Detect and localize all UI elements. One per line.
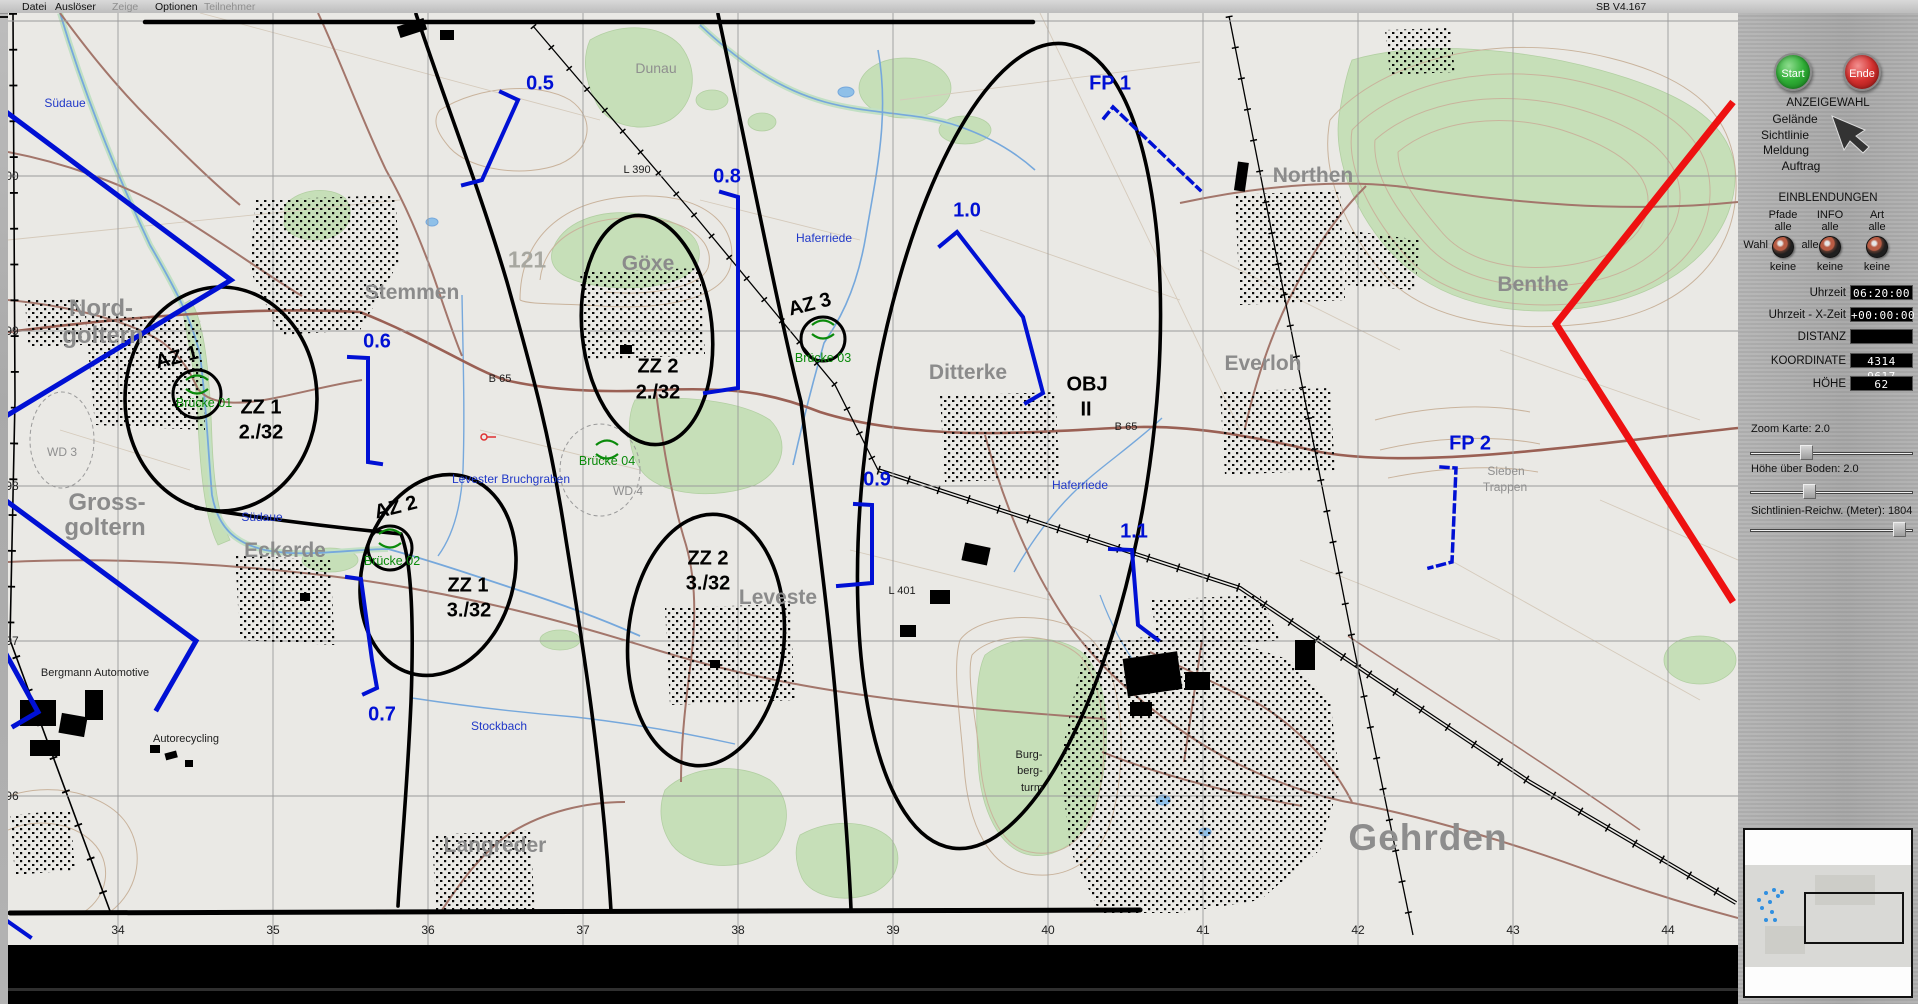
- einblendungen-title: EINBLENDUNGEN: [1778, 192, 1878, 204]
- knob-top-label: alle: [1774, 221, 1792, 233]
- hoehe-boden-label: Höhe über Boden: 2.0: [1751, 463, 1859, 475]
- menu-optionen[interactable]: Optionen: [155, 1, 198, 13]
- hoehe-label: HÖHE: [1812, 378, 1846, 390]
- option-gelaende[interactable]: Gelände: [1772, 112, 1817, 126]
- slider-track[interactable]: [1750, 452, 1913, 455]
- map-graphics: [8, 13, 1738, 945]
- overview-minimap[interactable]: [1743, 828, 1913, 998]
- pfade-knob[interactable]: [1772, 236, 1794, 258]
- slider-track[interactable]: [1750, 491, 1913, 494]
- app-version-title: SB V4.167: [1596, 1, 1647, 13]
- menu-teilnehmer: Teilnehmer: [204, 1, 256, 13]
- koordinate-label: KOORDINATE: [1770, 355, 1846, 367]
- menu-datei[interactable]: Datei: [22, 1, 47, 13]
- start-button[interactable]: Start: [1774, 53, 1812, 91]
- ende-button[interactable]: Ende: [1843, 53, 1881, 91]
- knob-bottom-label: keine: [1816, 261, 1844, 273]
- zoom-karte-label: Zoom Karte: 2.0: [1751, 423, 1830, 435]
- slider-handle[interactable]: [1892, 522, 1906, 537]
- menu-zeige: Zeige: [112, 1, 139, 13]
- option-meldung[interactable]: Meldung: [1763, 143, 1809, 157]
- distanz-display: [1850, 329, 1913, 344]
- menu-ausloeser[interactable]: Auslöser: [55, 1, 96, 13]
- zoom-karte-slider[interactable]: [1750, 444, 1913, 462]
- hoehe-display: 62: [1850, 376, 1913, 391]
- info-knob-group: INFO alle keine: [1807, 209, 1853, 273]
- message-bar: [8, 945, 1738, 1004]
- message-bar-divider: [8, 988, 1738, 991]
- map-canvas[interactable]: Nord-goltern Gross-goltern Stemmen Eckerde G…: [8, 13, 1738, 945]
- knob-top-label: alle: [1821, 221, 1839, 233]
- hoehe-boden-slider[interactable]: [1750, 483, 1913, 501]
- slider-handle[interactable]: [1800, 445, 1814, 460]
- koordinate-display: 4314 9617: [1850, 353, 1913, 383]
- knob-bottom-label: keine: [1769, 261, 1797, 273]
- sichtlinien-label: Sichtlinien-Reichw. (Meter): 1804: [1751, 505, 1913, 517]
- option-sichtlinie[interactable]: Sichtlinie: [1761, 128, 1809, 142]
- uhrzeit-label: Uhrzeit: [1809, 287, 1846, 299]
- knob-name: INFO: [1816, 209, 1844, 221]
- slider-handle[interactable]: [1803, 484, 1817, 499]
- knob-name: Pfade: [1768, 209, 1798, 221]
- art-knob[interactable]: [1866, 236, 1888, 258]
- application-window: Datei Auslöser Zeige Optionen Teilnehmer…: [0, 0, 1918, 1004]
- knob-name: Art: [1869, 209, 1885, 221]
- distanz-label: DISTANZ: [1797, 331, 1846, 343]
- xzeit-display: +00:00:00: [1850, 307, 1916, 322]
- uhrzeit-display: 06:20:00: [1850, 285, 1913, 300]
- slider-track[interactable]: [1750, 529, 1913, 532]
- xzeit-label: Uhrzeit - X-Zeit: [1768, 309, 1846, 321]
- option-auftrag[interactable]: Auftrag: [1782, 159, 1821, 173]
- menu-bar: Datei Auslöser Zeige Optionen Teilnehmer…: [0, 0, 1918, 14]
- mouse-cursor-icon: [1831, 115, 1870, 154]
- control-sidebar: Start Ende ANZEIGEWAHL Gelände Sichtlini…: [1738, 13, 1918, 1004]
- wahl-label: Wahl: [1743, 239, 1768, 251]
- minimap-viewport[interactable]: [1804, 892, 1904, 944]
- anzeigewahl-title: ANZEIGEWAHL: [1786, 97, 1870, 109]
- sichtlinien-slider[interactable]: [1750, 521, 1913, 539]
- art-knob-group: Art alle keine: [1854, 209, 1900, 273]
- knob-bottom-label: keine: [1863, 261, 1891, 273]
- info-knob[interactable]: [1819, 236, 1841, 258]
- knob-top-label: alle: [1868, 221, 1886, 233]
